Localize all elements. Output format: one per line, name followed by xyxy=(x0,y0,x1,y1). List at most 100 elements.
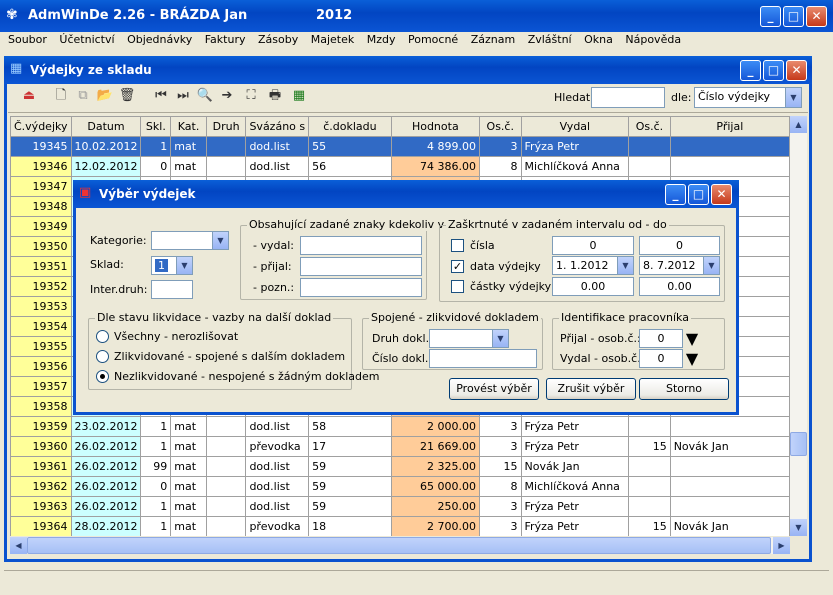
storno-button[interactable]: Storno xyxy=(639,378,729,400)
date-from-picker[interactable]: 1. 1.2012 ▼ xyxy=(552,256,634,275)
druh-dokl-select[interactable]: ▼ xyxy=(429,329,509,348)
col-skl[interactable]: Skl. xyxy=(140,116,172,137)
table-row[interactable]: 19359 23.02.2012 1 mat dod.list 58 2 000.00 3 Fr… xyxy=(10,416,790,437)
castky-to-input[interactable]: 0.00 xyxy=(639,277,720,296)
maximize-button[interactable]: □ xyxy=(783,6,804,27)
menu-zvlastni[interactable]: Zvláštní xyxy=(528,33,572,47)
chevron-down-icon[interactable]: ▼ xyxy=(617,257,633,274)
dialog-close-button[interactable]: ✕ xyxy=(711,184,732,205)
radio-zlikvidovane[interactable] xyxy=(96,350,109,363)
child-maximize-button[interactable]: □ xyxy=(763,60,784,81)
cisla-checkbox[interactable] xyxy=(451,239,464,252)
col-svazano[interactable]: Svázáno s xyxy=(245,116,310,137)
chevron-down-icon[interactable]: ▼ xyxy=(212,232,228,249)
date-to-picker[interactable]: 8. 7.2012 ▼ xyxy=(639,256,720,275)
close-button[interactable]: ✕ xyxy=(806,6,827,27)
menu-okna[interactable]: Okna xyxy=(584,33,613,47)
radio-nezlikvidovane[interactable] xyxy=(96,370,109,383)
chevron-down-icon[interactable]: ▼ xyxy=(703,257,719,274)
table-cell xyxy=(669,456,790,477)
menu-objednavky[interactable]: Objednávky xyxy=(127,33,192,47)
menu-majetek[interactable]: Majetek xyxy=(311,33,355,47)
vertical-scrollbar[interactable]: ▲ ▼ xyxy=(790,116,807,536)
col-druh[interactable]: Druh xyxy=(205,116,247,137)
search-by-select[interactable]: Číslo výdejky ▼ xyxy=(694,87,802,108)
menu-zasoby[interactable]: Zásoby xyxy=(258,33,298,47)
menu-pomocne[interactable]: Pomocné xyxy=(408,33,458,47)
scroll-right-icon[interactable]: ▶ xyxy=(773,537,790,554)
col-osc-prijal[interactable]: Os.č. xyxy=(628,116,671,137)
print-icon[interactable]: 🖶 xyxy=(266,87,284,105)
col-osc-vydal[interactable]: Os.č. xyxy=(479,116,522,137)
zrusit-vyber-button[interactable]: Zrušit výběr xyxy=(546,378,636,400)
table-row[interactable]: 19346 12.02.2012 0 mat dod.list 56 74 386.00 8 M… xyxy=(10,156,790,177)
table-cell: 2 700.00 xyxy=(390,516,481,536)
table-row[interactable]: 19361 26.02.2012 99 mat dod.list 59 2 325.00 15… xyxy=(10,456,790,477)
search-icon[interactable]: 🔍 xyxy=(196,87,214,105)
cisla-to-input[interactable]: 0 xyxy=(639,236,720,255)
scroll-left-icon[interactable]: ◀ xyxy=(10,537,27,554)
prijal-input[interactable] xyxy=(300,257,422,276)
hscroll-thumb[interactable] xyxy=(27,537,771,554)
menu-faktury[interactable]: Faktury xyxy=(205,33,246,47)
chevron-down-icon[interactable]: ▼ xyxy=(176,257,192,274)
menu-zaznam[interactable]: Záznam xyxy=(471,33,515,47)
pozn-input[interactable] xyxy=(300,278,422,297)
open-folder-icon[interactable]: 📂 xyxy=(96,87,114,105)
table-cell: 3 xyxy=(479,516,522,536)
exit-icon[interactable]: ⏏ xyxy=(20,87,38,105)
table-cell: mat xyxy=(170,156,207,177)
col-prijal[interactable]: Přijal xyxy=(669,116,790,137)
table-row[interactable]: 19360 26.02.2012 1 mat převodka 17 21 669.00 3 F… xyxy=(10,436,790,457)
scroll-up-icon[interactable]: ▲ xyxy=(790,116,807,133)
vydal-input[interactable] xyxy=(300,236,422,255)
cislo-dokl-input[interactable] xyxy=(429,349,537,368)
radio-vsechny[interactable] xyxy=(96,330,109,343)
scroll-down-icon[interactable]: ▼ xyxy=(790,519,807,536)
chevron-down-icon[interactable]: ▼ xyxy=(492,330,508,347)
chevron-down-icon[interactable]: ▼ xyxy=(785,88,801,107)
data-vydejky-checkbox[interactable]: ✓ xyxy=(451,260,464,273)
table-row[interactable]: 19362 26.02.2012 0 mat dod.list 59 65 000.00 8 M… xyxy=(10,476,790,497)
dialog-minimize-button[interactable]: _ xyxy=(665,184,686,205)
menu-soubor[interactable]: Soubor xyxy=(8,33,47,47)
prijal-osob-input[interactable]: 0 xyxy=(639,329,683,348)
col-kat[interactable]: Kat. xyxy=(170,116,207,137)
excel-export-icon[interactable]: ▦ xyxy=(290,87,308,105)
search-input[interactable] xyxy=(591,87,665,108)
table-row[interactable]: 19345 10.02.2012 1 mat dod.list 55 4 899.00 3 Fr… xyxy=(10,136,790,157)
cisla-from-input[interactable]: 0 xyxy=(552,236,634,255)
menu-mzdy[interactable]: Mzdy xyxy=(367,33,396,47)
last-record-icon[interactable]: ⏭ xyxy=(174,87,192,105)
minimize-button[interactable]: _ xyxy=(760,6,781,27)
provest-vyber-button[interactable]: Provést výběr xyxy=(449,378,539,400)
table-row[interactable]: 19364 28.02.2012 1 mat převodka 18 2 700.00 3 Fr… xyxy=(10,516,790,536)
new-document-icon[interactable]: 🗋 xyxy=(52,87,70,105)
delete-icon[interactable]: 🗑 xyxy=(118,87,136,105)
menu-napoveda[interactable]: Nápověda xyxy=(625,33,681,47)
col-hodnota[interactable]: Hodnota xyxy=(390,116,481,137)
table-row[interactable]: 19363 26.02.2012 1 mat dod.list 59 250.00 3 Frýz… xyxy=(10,496,790,517)
kategorie-select[interactable]: ▼ xyxy=(151,231,229,250)
prijal-spin-down-icon[interactable]: ▼ xyxy=(684,329,700,348)
child-minimize-button[interactable]: _ xyxy=(740,60,761,81)
scroll-thumb[interactable] xyxy=(790,432,807,456)
col-datum[interactable]: Datum xyxy=(70,116,142,137)
goto-icon[interactable]: ➔ xyxy=(218,87,236,105)
copy-icon[interactable]: ⧉ xyxy=(74,87,92,105)
horizontal-scrollbar[interactable]: ◀ ▶ xyxy=(10,537,790,554)
select-icon[interactable]: ⛶ xyxy=(242,87,260,105)
child-close-button[interactable]: ✕ xyxy=(786,60,807,81)
sklad-select[interactable]: 1 ▼ xyxy=(151,256,193,275)
castky-checkbox[interactable] xyxy=(451,280,464,293)
col-cislo[interactable]: Č.výdejky xyxy=(10,116,72,137)
first-record-icon[interactable]: ⏮ xyxy=(152,87,170,105)
vydal-spin-down-icon[interactable]: ▼ xyxy=(684,349,700,368)
inter-druh-input[interactable] xyxy=(151,280,193,299)
vydal-osob-input[interactable]: 0 xyxy=(639,349,683,368)
col-vydal[interactable]: Vydal xyxy=(520,116,630,137)
dialog-maximize-button[interactable]: □ xyxy=(688,184,709,205)
col-cdokladu[interactable]: č.dokladu xyxy=(308,116,392,137)
menu-ucetnictvi[interactable]: Účetnictví xyxy=(59,33,114,47)
castky-from-input[interactable]: 0.00 xyxy=(552,277,634,296)
